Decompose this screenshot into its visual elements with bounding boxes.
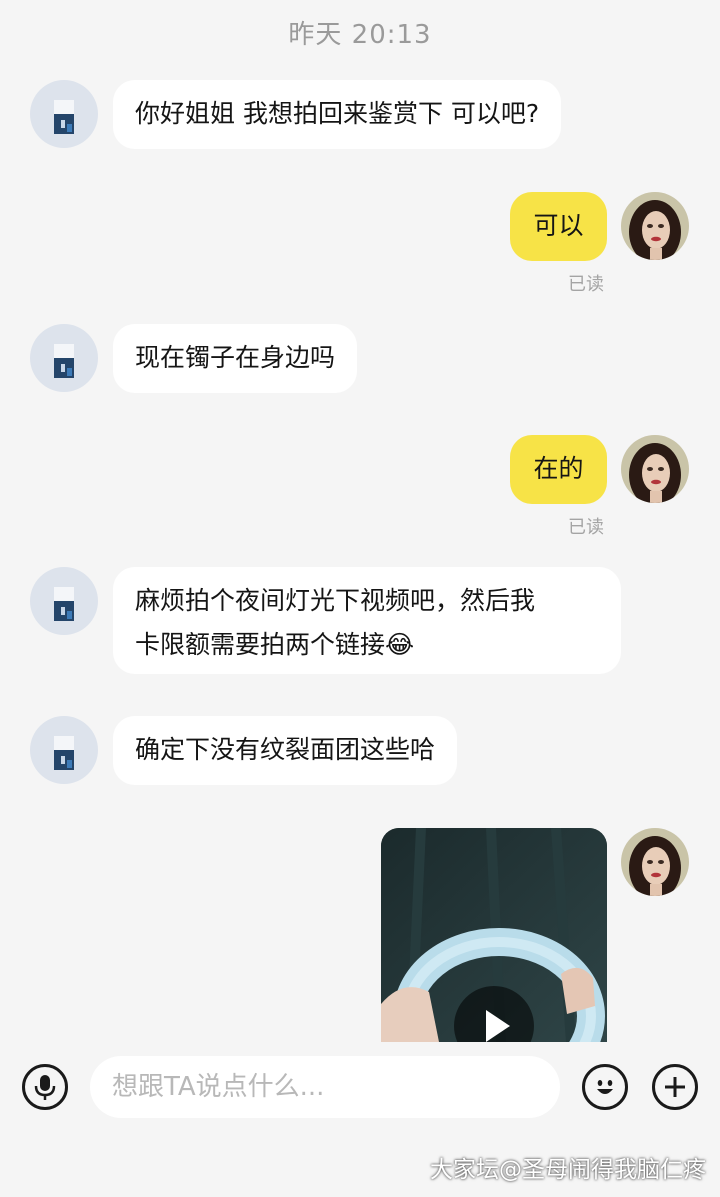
message-bubble-incoming[interactable]: 你好姐姐 我想拍回来鉴赏下 可以吧? xyxy=(113,80,562,149)
read-status: 已读 xyxy=(568,274,604,295)
message-text: 可以 xyxy=(533,211,584,240)
my-avatar[interactable] xyxy=(621,192,689,260)
video-message-thumbnail[interactable] xyxy=(381,828,607,1042)
contact-avatar[interactable] xyxy=(30,716,98,784)
message-text: 你好姐姐 我想拍回来鉴赏下 可以吧? xyxy=(135,99,540,128)
plus-icon xyxy=(665,1077,685,1097)
message-text-line: 麻烦拍个夜间灯光下视频吧，然后我 xyxy=(135,586,536,615)
emoji-icon xyxy=(597,1080,613,1094)
laughing-crying-emoji: 😂 xyxy=(385,630,415,659)
voice-button[interactable] xyxy=(22,1064,68,1110)
contact-avatar[interactable] xyxy=(30,324,98,392)
emoji-button[interactable] xyxy=(582,1064,628,1110)
read-status: 已读 xyxy=(568,517,604,538)
my-avatar[interactable] xyxy=(621,435,689,503)
my-avatar[interactable] xyxy=(621,828,689,896)
message-bubble-incoming[interactable]: 现在镯子在身边吗 xyxy=(113,324,358,393)
message-bubble-incoming[interactable]: 麻烦拍个夜间灯光下视频吧，然后我 卡限额需要拍两个链接😂 xyxy=(113,567,621,674)
message-bubble-outgoing[interactable]: 在的 xyxy=(510,435,607,504)
play-button[interactable] xyxy=(454,986,534,1042)
chat-timestamp: 昨天 20:13 xyxy=(288,20,432,50)
play-icon xyxy=(486,1010,510,1042)
message-bubble-outgoing[interactable]: 可以 xyxy=(510,192,607,261)
message-text: 在的 xyxy=(533,454,584,483)
message-text: 卡限额需要拍两个链接 xyxy=(135,630,386,659)
more-options-button[interactable] xyxy=(652,1064,698,1110)
watermark: 大家坛@圣母闹得我脑仁疼 xyxy=(430,1157,706,1183)
message-text-line: 卡限额需要拍两个链接😂 xyxy=(135,623,599,667)
contact-avatar[interactable] xyxy=(30,567,98,635)
message-text: 现在镯子在身边吗 xyxy=(135,343,336,372)
message-bubble-incoming[interactable]: 确定下没有纹裂面团这些哈 xyxy=(113,716,458,785)
contact-avatar[interactable] xyxy=(30,80,98,148)
microphone-icon xyxy=(34,1075,56,1100)
message-input[interactable]: 想跟TA说点什么... xyxy=(90,1056,560,1118)
message-text: 确定下没有纹裂面团这些哈 xyxy=(135,735,436,764)
